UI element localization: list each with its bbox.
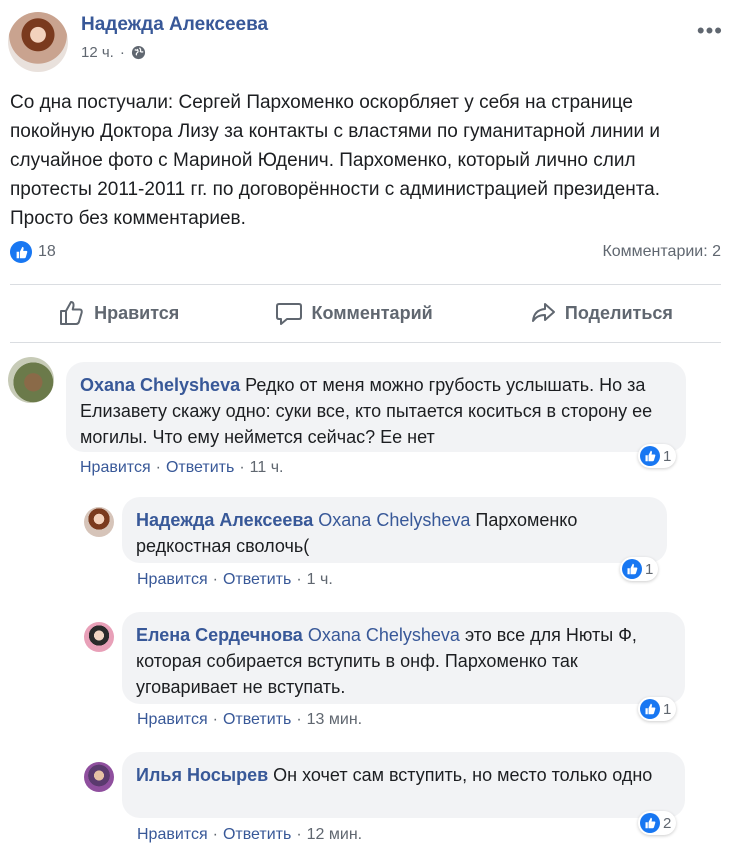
- comment-reaction-count[interactable]: 2: [638, 811, 677, 835]
- more-icon[interactable]: •••: [697, 18, 723, 44]
- comment-like-link[interactable]: Нравится: [137, 826, 208, 843]
- comment-text: Он хочет сам вступить, но место только о…: [273, 765, 653, 785]
- comment-actions: Нравится · Ответить · 12 мин.: [137, 826, 363, 843]
- comment-author-avatar[interactable]: [84, 762, 114, 792]
- thumbs-up-icon: [60, 301, 83, 325]
- share-icon: [531, 303, 555, 322]
- comment-mention[interactable]: Oxana Chelysheva: [318, 510, 470, 530]
- comment-time[interactable]: 12 мин.: [307, 826, 362, 843]
- divider: [10, 342, 721, 343]
- reaction-count: 2: [663, 814, 672, 832]
- comment-author-avatar[interactable]: [84, 622, 114, 652]
- comment-reaction-count[interactable]: 1: [638, 697, 677, 721]
- comment-like-link[interactable]: Нравится: [80, 459, 151, 476]
- like-button[interactable]: Нравится: [58, 299, 179, 327]
- thumbs-up-icon: [640, 699, 660, 719]
- thumbs-up-icon: [640, 813, 660, 833]
- comment-author-name[interactable]: Илья Носырев: [136, 765, 268, 785]
- comment-button[interactable]: Комментарий: [275, 299, 433, 327]
- comment-mention[interactable]: Oxana Chelysheva: [308, 625, 460, 645]
- thumbs-up-icon: [622, 559, 642, 579]
- reaction-count: 1: [663, 447, 672, 465]
- comment-author-name[interactable]: Елена Сердечнова: [136, 625, 303, 645]
- reaction-count: 1: [663, 700, 672, 718]
- comment-reaction-count[interactable]: 1: [620, 557, 659, 581]
- post-author-avatar[interactable]: [8, 12, 68, 72]
- comment-bubble: Oxana Chelysheva Редко от меня можно гру…: [66, 362, 686, 452]
- post-author-name[interactable]: Надежда Алексеева: [81, 14, 268, 36]
- share-button[interactable]: Поделиться: [529, 299, 673, 327]
- comment-time[interactable]: 11 ч.: [250, 459, 284, 476]
- comment-actions: Нравится · Ответить · 1 ч.: [137, 571, 333, 588]
- comments-count[interactable]: Комментарии: 2: [602, 243, 721, 261]
- post-action-bar: Нравится Комментарий Поделиться: [10, 289, 721, 337]
- share-button-label: Поделиться: [564, 302, 673, 323]
- comment-icon: [276, 303, 303, 325]
- post-like-count: 18: [38, 243, 56, 260]
- thumbs-up-icon: [10, 241, 32, 263]
- comment-time[interactable]: 1 ч.: [307, 571, 333, 588]
- comment-author-name[interactable]: Надежда Алексеева: [136, 510, 313, 530]
- comment-reply-link[interactable]: Ответить: [223, 826, 291, 843]
- comment-author-avatar[interactable]: [84, 507, 114, 537]
- comment-author-avatar[interactable]: [8, 357, 54, 403]
- post-time[interactable]: 12 ч.: [81, 44, 114, 61]
- comment-like-link[interactable]: Нравится: [137, 571, 208, 588]
- comment-actions: Нравится · Ответить · 11 ч.: [80, 459, 284, 476]
- comment-author-name[interactable]: Oxana Chelysheva: [80, 375, 240, 395]
- post-text: Со дна постучали: Сергей Пархоменко оско…: [10, 92, 661, 229]
- comment-bubble: Илья Носырев Он хочет сам вступить, но м…: [122, 752, 685, 818]
- comment-bubble: Надежда Алексеева Oxana Chelysheva Пархо…: [122, 497, 667, 563]
- divider: [10, 284, 721, 285]
- post-reactions[interactable]: 18: [10, 241, 56, 263]
- thumbs-up-icon: [640, 446, 660, 466]
- like-button-label: Нравится: [94, 302, 180, 323]
- comment-reply-link[interactable]: Ответить: [166, 459, 234, 476]
- dot-separator: ·: [119, 44, 125, 61]
- comment-bubble: Елена Сердечнова Oxana Chelysheva это вс…: [122, 612, 685, 704]
- comment-reply-link[interactable]: Ответить: [223, 571, 291, 588]
- comment-button-label: Комментарий: [311, 302, 433, 323]
- reaction-count: 1: [645, 560, 654, 578]
- globe-icon: [131, 45, 145, 60]
- comment-actions: Нравится · Ответить · 13 мин.: [137, 711, 363, 728]
- comment-like-link[interactable]: Нравится: [137, 711, 208, 728]
- comment-reaction-count[interactable]: 1: [638, 444, 677, 468]
- comment-time[interactable]: 13 мин.: [307, 711, 362, 728]
- comment-reply-link[interactable]: Ответить: [223, 711, 291, 728]
- post-meta: 12 ч. ·: [81, 44, 146, 61]
